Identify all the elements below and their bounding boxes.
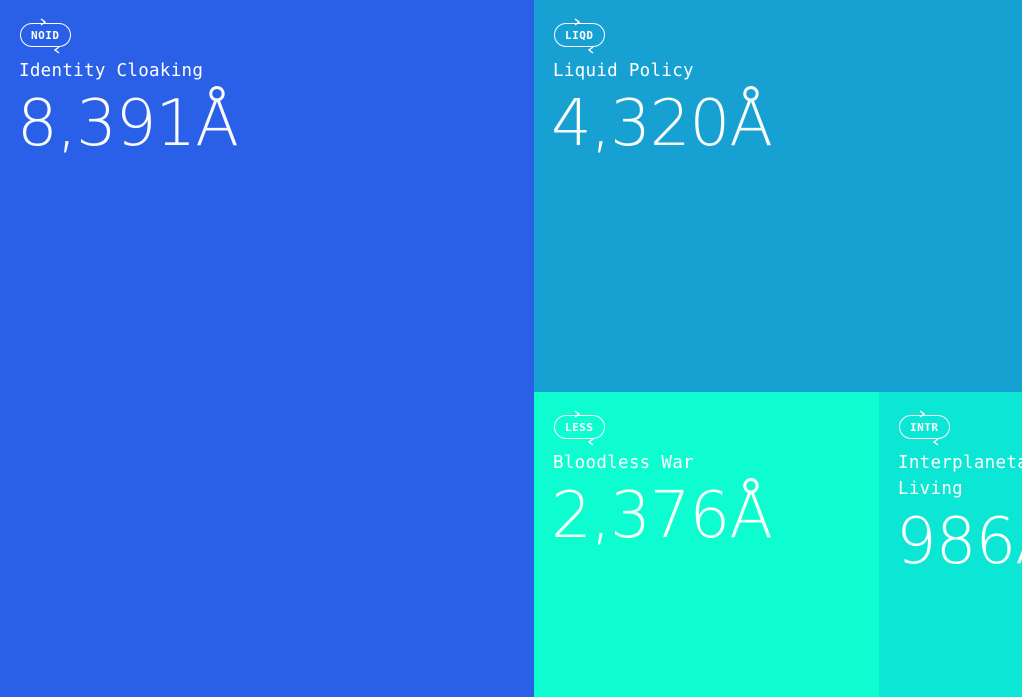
code-badge: NOID xyxy=(20,18,71,54)
treemap-tile-intr[interactable]: INTR Interplanetary Living 986Å xyxy=(879,392,1022,697)
value-label: 8,391Å xyxy=(17,87,239,161)
category-label: Liquid Policy xyxy=(553,61,694,81)
value-label: 986Å xyxy=(896,505,1022,579)
swap-arrows-icon xyxy=(574,410,594,446)
treemap-chart: NOID Identity Cloaking 8,391Å LIQD Liquid Po… xyxy=(0,0,1022,697)
code-badge: LIQD xyxy=(554,18,605,54)
treemap-tile-noid[interactable]: NOID Identity Cloaking 8,391Å xyxy=(0,0,534,697)
treemap-tile-liqd[interactable]: LIQD Liquid Policy 4,320Å xyxy=(534,0,1022,392)
swap-arrows-icon xyxy=(40,18,60,54)
category-label: Identity Cloaking xyxy=(19,61,204,81)
value-label: 4,320Å xyxy=(551,87,773,161)
value-label: 2,376Å xyxy=(551,479,773,553)
treemap-tile-less[interactable]: LESS Bloodless War 2,376Å xyxy=(534,392,880,697)
category-label: Bloodless War xyxy=(553,453,694,473)
swap-arrows-icon xyxy=(919,410,939,446)
code-badge: LESS xyxy=(554,410,605,446)
code-badge: INTR xyxy=(899,410,950,446)
swap-arrows-icon xyxy=(574,18,594,54)
category-label: Interplanetary Living xyxy=(898,453,1022,499)
